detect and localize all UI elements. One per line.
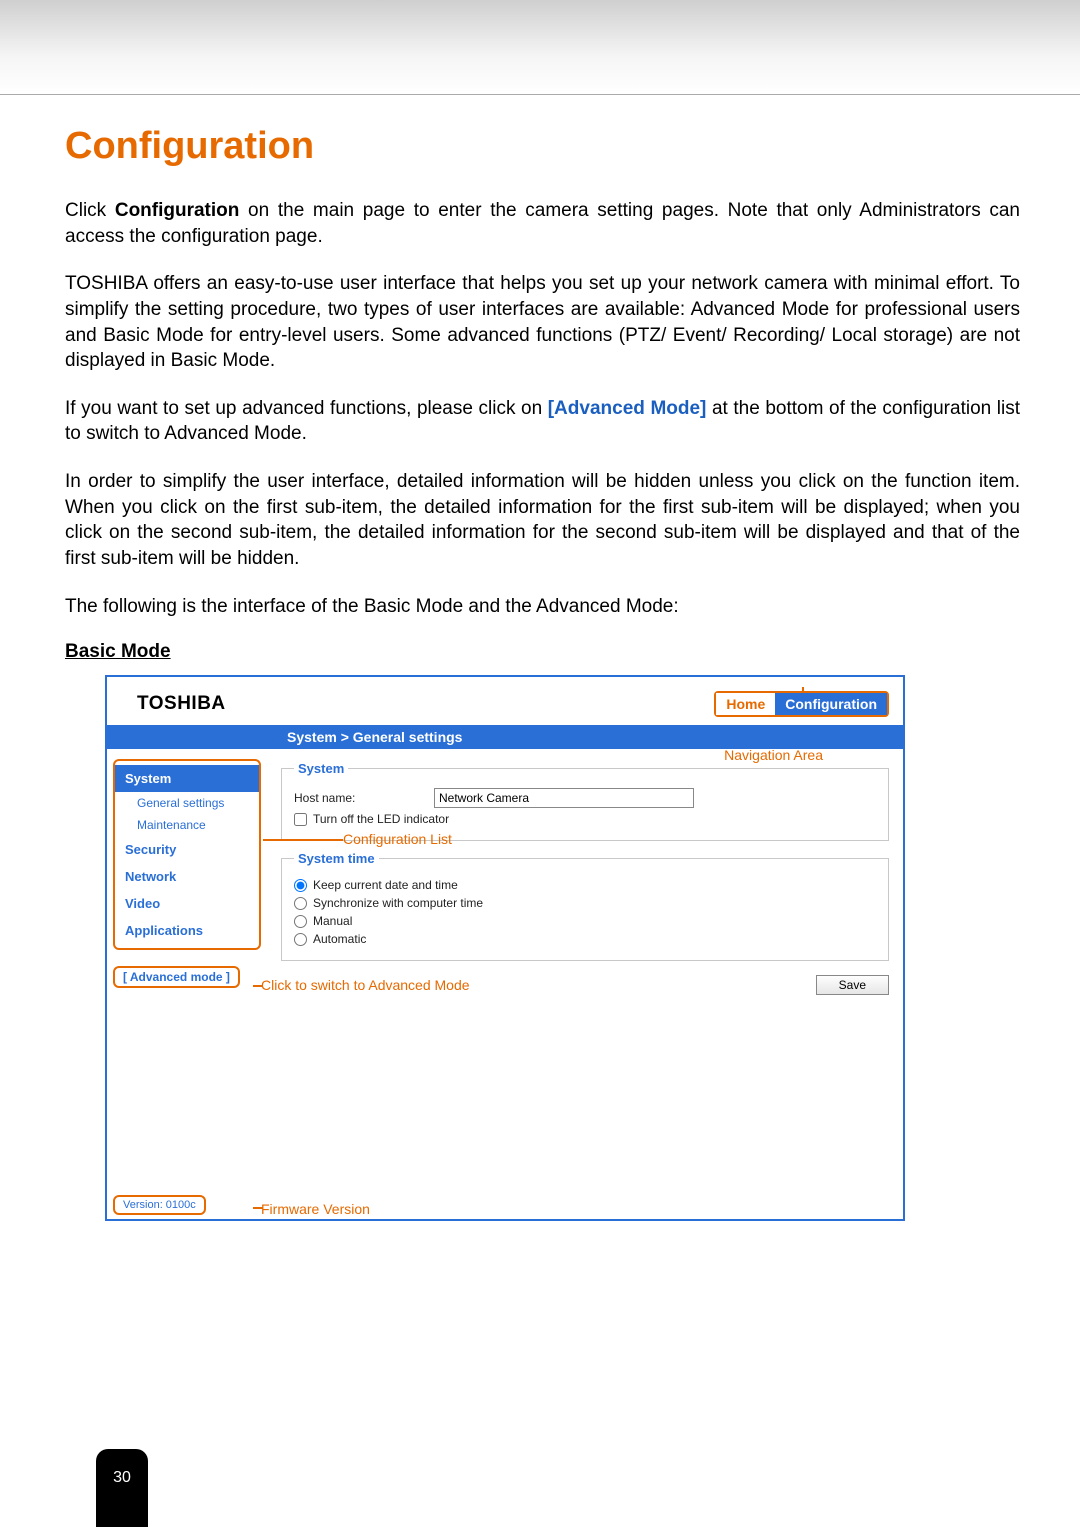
advanced-mode-link[interactable]: [ Advanced mode ] [113,966,240,988]
sidebar-sub-general[interactable]: General settings [115,792,259,814]
nav-configuration[interactable]: Configuration [775,693,887,715]
breadcrumb: System > General settings [107,725,903,749]
top-nav: Home Configuration [714,691,889,717]
annot-nav-area: Navigation Area [724,747,823,763]
brand-logo: TOSHIBA [137,693,226,715]
radio-keep-label: Keep current date and time [313,878,458,892]
sidebar-item-video[interactable]: Video [115,890,259,917]
para-3: If you want to set up advanced functions… [65,396,1020,447]
radio-auto[interactable] [294,933,307,946]
legend-system-time: System time [294,851,379,866]
para-5: The following is the interface of the Ba… [65,594,1020,620]
page-number: 30 [113,1469,131,1487]
sidebar-item-system[interactable]: System [115,765,259,792]
hostname-input[interactable] [434,788,694,808]
sidebar-item-applications[interactable]: Applications [115,917,259,944]
nav-home[interactable]: Home [716,693,775,715]
legend-system: System [294,761,348,776]
main-panel: Navigation Area System Host name: Turn o… [267,749,903,1219]
ui-screenshot: TOSHIBA Home Configuration System > Gene… [105,675,905,1221]
sidebar: System General settings Maintenance Secu… [107,749,267,1219]
basic-mode-heading: Basic Mode [65,641,1020,663]
firmware-version: Version: 0100c [113,1195,206,1215]
page-title: Configuration [65,125,1020,168]
sidebar-item-network[interactable]: Network [115,863,259,890]
radio-manual[interactable] [294,915,307,928]
led-label: Turn off the LED indicator [313,812,449,826]
radio-manual-label: Manual [313,914,352,928]
page-number-tab: 30 [96,1449,148,1527]
radio-sync-label: Synchronize with computer time [313,896,483,910]
annot-config-list: Configuration List [343,831,452,847]
annot-adv-switch: Click to switch to Advanced Mode [261,977,470,993]
sidebar-sub-maintenance[interactable]: Maintenance [115,814,259,836]
para-2: TOSHIBA offers an easy-to-use user inter… [65,271,1020,374]
para-1: Click Configuration on the main page to … [65,198,1020,249]
body-text: Click Configuration on the main page to … [65,198,1020,619]
save-button[interactable]: Save [816,975,889,995]
led-checkbox[interactable] [294,813,307,826]
group-system: System Host name: Turn off the LED indic… [281,761,889,841]
radio-sync[interactable] [294,897,307,910]
page-top-band [0,0,1080,95]
hostname-label: Host name: [294,791,434,805]
sidebar-item-security[interactable]: Security [115,836,259,863]
radio-auto-label: Automatic [313,932,366,946]
sidebar-highlight: System General settings Maintenance Secu… [113,759,261,950]
annot-firmware: Firmware Version [261,1201,370,1217]
radio-keep[interactable] [294,879,307,892]
group-system-time: System time Keep current date and time S… [281,851,889,961]
para-4: In order to simplify the user interface,… [65,469,1020,572]
